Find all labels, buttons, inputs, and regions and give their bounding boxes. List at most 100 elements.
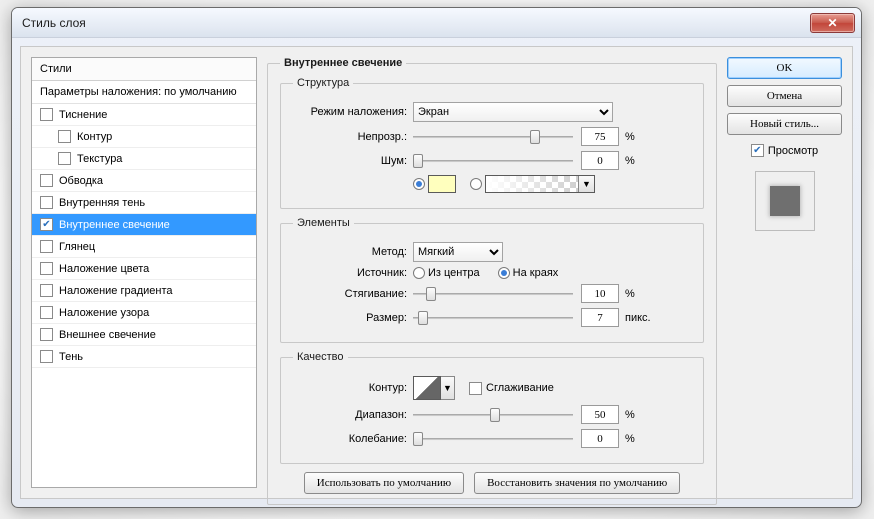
effect-outer-group: Внутреннее свечение Структура Режим нало… — [267, 57, 717, 505]
choke-input[interactable] — [581, 284, 619, 303]
style-label: Наложение узора — [59, 307, 149, 319]
color-gradient-radio[interactable] — [470, 178, 482, 190]
jitter-input[interactable] — [581, 429, 619, 448]
style-checkbox[interactable] — [40, 262, 53, 275]
gradient-swatch[interactable]: ▼ — [485, 175, 595, 193]
blend-mode-label: Режим наложения: — [293, 106, 413, 118]
source-edge-radio[interactable] — [498, 267, 510, 279]
jitter-label: Колебание: — [293, 433, 413, 445]
new-style-button[interactable]: Новый стиль... — [727, 113, 842, 135]
source-label: Источник: — [293, 267, 413, 279]
effect-settings-panel: Внутреннее свечение Структура Режим нало… — [267, 57, 717, 488]
technique-label: Метод: — [293, 246, 413, 258]
choke-unit: % — [625, 288, 635, 300]
style-label: Внутренняя тень — [59, 197, 145, 209]
style-row[interactable]: Контур — [32, 126, 256, 148]
style-row[interactable]: Обводка — [32, 170, 256, 192]
opacity-input[interactable] — [581, 127, 619, 146]
source-edge-label: На краях — [513, 267, 559, 279]
close-icon: ✕ — [827, 16, 837, 30]
style-row[interactable]: Внутреннее свечение — [32, 214, 256, 236]
style-checkbox[interactable] — [40, 284, 53, 297]
source-center-radio[interactable] — [413, 267, 425, 279]
dialog-actions: OK Отмена Новый стиль... Просмотр — [727, 57, 842, 488]
range-input[interactable] — [581, 405, 619, 424]
size-unit: пикс. — [625, 312, 651, 324]
antialias-label: Сглаживание — [486, 382, 554, 394]
elements-group: Элементы Метод: Мягкий Источник: Из цент… — [280, 217, 704, 343]
choke-label: Стягивание: — [293, 288, 413, 300]
style-checkbox[interactable] — [40, 174, 53, 187]
contour-label: Контур: — [293, 382, 413, 394]
preview-thumbnail — [755, 171, 815, 231]
jitter-unit: % — [625, 433, 635, 445]
style-label: Глянец — [59, 241, 95, 253]
style-label: Наложение цвета — [59, 263, 149, 275]
layer-style-dialog: Стиль слоя ✕ Стили Параметры наложения: … — [11, 7, 862, 508]
range-slider[interactable] — [413, 407, 573, 423]
jitter-slider[interactable] — [413, 431, 573, 447]
chevron-down-icon[interactable]: ▼ — [441, 376, 455, 400]
style-checkbox[interactable] — [40, 350, 53, 363]
reset-default-button[interactable]: Восстановить значения по умолчанию — [474, 472, 680, 494]
style-row[interactable]: Наложение цвета — [32, 258, 256, 280]
noise-input[interactable] — [581, 151, 619, 170]
color-solid-radio[interactable] — [413, 178, 425, 190]
antialias-checkbox[interactable] — [469, 382, 482, 395]
style-label: Тиснение — [59, 109, 107, 121]
opacity-slider[interactable] — [413, 129, 573, 145]
technique-select[interactable]: Мягкий — [413, 242, 503, 262]
style-row[interactable]: Тиснение — [32, 104, 256, 126]
style-checkbox[interactable] — [40, 328, 53, 341]
titlebar: Стиль слоя ✕ — [12, 8, 861, 38]
cancel-button[interactable]: Отмена — [727, 85, 842, 107]
preview-label: Просмотр — [768, 145, 818, 157]
style-checkbox[interactable] — [40, 218, 53, 231]
style-checkbox[interactable] — [40, 108, 53, 121]
noise-label: Шум: — [293, 155, 413, 167]
size-label: Размер: — [293, 312, 413, 324]
choke-slider[interactable] — [413, 286, 573, 302]
style-row[interactable]: Тень — [32, 346, 256, 368]
style-row[interactable]: Наложение градиента — [32, 280, 256, 302]
quality-legend: Качество — [293, 351, 348, 363]
color-swatch[interactable] — [428, 175, 456, 193]
style-checkbox[interactable] — [58, 152, 71, 165]
ok-button[interactable]: OK — [727, 57, 842, 79]
range-unit: % — [625, 409, 635, 421]
style-row[interactable]: Внутренняя тень — [32, 192, 256, 214]
structure-group: Структура Режим наложения: Экран Непрозр… — [280, 77, 704, 209]
effect-title: Внутреннее свечение — [280, 57, 406, 69]
elements-legend: Элементы — [293, 217, 354, 229]
style-checkbox[interactable] — [58, 130, 71, 143]
chevron-down-icon[interactable]: ▼ — [578, 176, 594, 192]
style-row[interactable]: Наложение узора — [32, 302, 256, 324]
style-label: Тень — [59, 351, 83, 363]
contour-picker[interactable] — [413, 376, 441, 400]
quality-group: Качество Контур: ▼ Сглаживание Диапазон: — [280, 351, 704, 464]
size-input[interactable] — [581, 308, 619, 327]
style-label: Контур — [77, 131, 112, 143]
noise-slider[interactable] — [413, 153, 573, 169]
style-row[interactable]: Текстура — [32, 148, 256, 170]
blending-options-row[interactable]: Параметры наложения: по умолчанию — [32, 81, 256, 104]
blend-mode-select[interactable]: Экран — [413, 102, 613, 122]
style-checkbox[interactable] — [40, 196, 53, 209]
style-row[interactable]: Глянец — [32, 236, 256, 258]
style-label: Внутреннее свечение — [59, 219, 170, 231]
source-center-label: Из центра — [428, 267, 480, 279]
style-label: Текстура — [77, 153, 122, 165]
preview-checkbox[interactable] — [751, 144, 764, 157]
style-label: Обводка — [59, 175, 103, 187]
structure-legend: Структура — [293, 77, 353, 89]
style-checkbox[interactable] — [40, 240, 53, 253]
make-default-button[interactable]: Использовать по умолчанию — [304, 472, 464, 494]
style-row[interactable]: Внешнее свечение — [32, 324, 256, 346]
window-title: Стиль слоя — [22, 16, 86, 30]
styles-list-header[interactable]: Стили — [32, 58, 256, 81]
style-checkbox[interactable] — [40, 306, 53, 319]
style-label: Наложение градиента — [59, 285, 173, 297]
opacity-label: Непрозр.: — [293, 131, 413, 143]
size-slider[interactable] — [413, 310, 573, 326]
close-button[interactable]: ✕ — [810, 13, 855, 33]
